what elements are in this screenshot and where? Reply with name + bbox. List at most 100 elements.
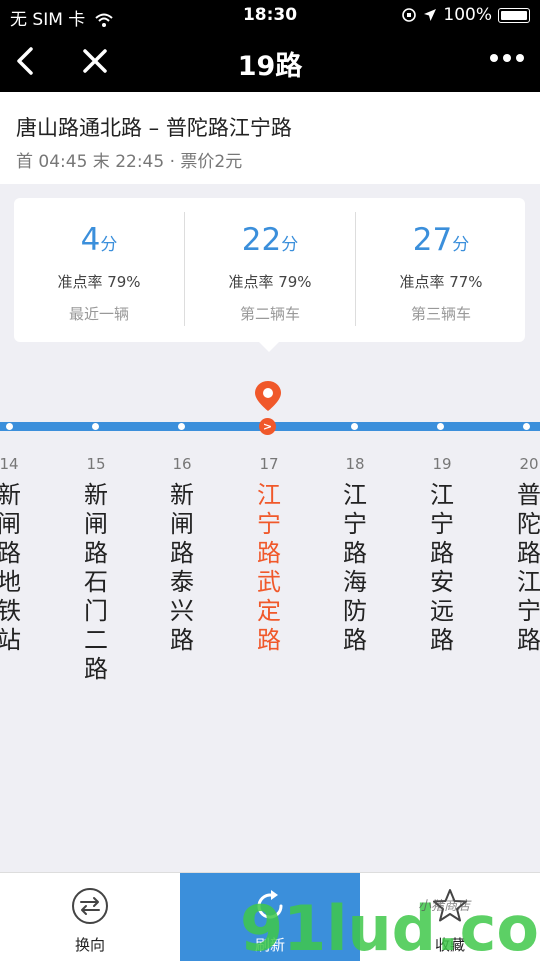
stop-item[interactable]: 19 江宁路安远路 xyxy=(422,455,462,655)
stop-item[interactable]: 17 江宁路武定路 xyxy=(249,455,289,655)
stop-item[interactable]: 15 新闸路石门二路 xyxy=(76,455,116,684)
refresh-icon xyxy=(257,890,283,919)
stop-item[interactable]: 14 新闸路地铁站 xyxy=(0,455,29,655)
stop-name-char: 路 xyxy=(84,539,108,567)
stop-name-char: 宁 xyxy=(430,510,454,538)
arrival-label: 第二辆车 xyxy=(239,305,300,323)
stop-name-char: 江 xyxy=(343,481,367,509)
stop-number: 15 xyxy=(86,455,106,473)
location-arrow-icon xyxy=(424,9,437,21)
stop-name-char: 宁 xyxy=(517,597,540,625)
stop-name-char: 新 xyxy=(170,481,194,509)
stop-name: 江宁路武定路 xyxy=(249,481,289,655)
stop-name-char: 路 xyxy=(0,539,21,567)
arrival-item[interactable]: 22分 准点率 79% 第二辆车 xyxy=(185,198,355,342)
stop-name-char: 新 xyxy=(0,481,21,509)
stop-name-char: 路 xyxy=(430,539,454,567)
stop-name-char: 石 xyxy=(84,568,108,596)
refresh-button[interactable]: 刷新 xyxy=(180,873,360,961)
stop-name-char: 闸 xyxy=(84,510,108,538)
stop-name-char: 安 xyxy=(430,568,454,596)
arrival-rate: 准点率 77% xyxy=(399,273,483,291)
route-name: 唐山路通北路 – 普陀路江宁路 xyxy=(16,116,292,140)
page-title: 19路 xyxy=(237,51,303,82)
stop-name-char: 站 xyxy=(0,626,21,654)
stop-number: 14 xyxy=(0,455,19,473)
arrival-card: 4分 准点率 79% 最近一辆 22分 准点率 79% 第二辆车 27分 准点率… xyxy=(14,198,526,352)
stop-name-char: 路 xyxy=(517,626,540,654)
stop-name-char: 江 xyxy=(430,481,454,509)
stop-name-char: 宁 xyxy=(343,510,367,538)
stop-name-char: 路 xyxy=(84,655,108,683)
nav-bar: 19路 xyxy=(0,30,540,92)
orientation-lock-icon xyxy=(402,8,417,22)
route-info: 唐山路通北路 – 普陀路江宁路 首 04:45 末 22:45 · 票价2元 xyxy=(0,92,540,184)
stop-name-char: 陀 xyxy=(517,510,540,538)
stop-name: 普陀路江宁路 xyxy=(509,481,540,655)
current-stop-marker: > xyxy=(259,418,276,435)
stop-name-char: 普 xyxy=(517,481,540,509)
arrival-item[interactable]: 27分 准点率 77% 第三辆车 xyxy=(356,198,526,342)
stop-name-char: 定 xyxy=(257,597,281,625)
stop-number: 16 xyxy=(172,455,192,473)
stop-number: 20 xyxy=(519,455,539,473)
stop-name-char: 地 xyxy=(0,568,21,596)
arrival-unit: 分 xyxy=(100,235,118,255)
stop-name-char: 铁 xyxy=(0,597,21,625)
arrival-label: 第三辆车 xyxy=(410,305,471,323)
stop-name-char: 路 xyxy=(517,539,540,567)
switch-direction-button[interactable]: 换向 xyxy=(0,873,180,961)
stop-name-char: 路 xyxy=(257,539,281,567)
stop-name-char: 门 xyxy=(84,597,108,625)
stop-dot xyxy=(523,423,530,430)
stop-dot xyxy=(6,423,13,430)
status-bar: 无 SIM 卡 18:30 100% xyxy=(0,0,540,30)
location-pin-icon xyxy=(255,381,281,411)
arrival-minutes: 4 xyxy=(80,222,101,258)
stop-item[interactable]: 16 新闸路泰兴路 xyxy=(162,455,202,655)
arrival-rate: 准点率 79% xyxy=(57,273,141,291)
stop-name-char: 海 xyxy=(343,568,367,596)
stop-name-char: 路 xyxy=(430,626,454,654)
stop-name-char: 远 xyxy=(430,597,454,625)
switch-label: 换向 xyxy=(74,936,105,954)
arrival-rate: 准点率 79% xyxy=(228,273,312,291)
stop-number: 18 xyxy=(345,455,365,473)
stop-name-char: 路 xyxy=(343,626,367,654)
stop-name: 新闸路石门二路 xyxy=(76,481,116,684)
battery-icon xyxy=(498,7,530,23)
arrival-unit: 分 xyxy=(281,235,299,255)
stop-dot xyxy=(351,423,358,430)
arrival-label: 最近一辆 xyxy=(68,305,129,323)
stop-item[interactable]: 18 江宁路海防路 xyxy=(335,455,375,655)
stop-name-char: 路 xyxy=(170,626,194,654)
more-icon[interactable] xyxy=(490,54,524,62)
bottom-bar: 换向 刷新 收藏 xyxy=(0,872,540,961)
stop-number: 19 xyxy=(432,455,452,473)
favorite-button[interactable]: 收藏 xyxy=(360,873,540,961)
swap-icon xyxy=(72,888,108,924)
stop-name-char: 路 xyxy=(170,539,194,567)
stop-name-char: 路 xyxy=(343,539,367,567)
arrival-item[interactable]: 4分 准点率 79% 最近一辆 xyxy=(14,198,184,342)
stop-item[interactable]: 20 普陀路江宁路 xyxy=(509,455,540,655)
stop-name-char: 江 xyxy=(517,568,540,596)
stop-name-char: 新 xyxy=(84,481,108,509)
stop-dot xyxy=(178,423,185,430)
stop-name-char: 二 xyxy=(84,626,108,654)
stop-name-char: 武 xyxy=(257,568,281,596)
stop-name-char: 路 xyxy=(257,626,281,654)
stop-name: 新闸路地铁站 xyxy=(0,481,29,655)
stop-name: 江宁路安远路 xyxy=(422,481,462,655)
route-times: 首 04:45 末 22:45 · 票价2元 xyxy=(16,152,243,172)
stop-name-char: 闸 xyxy=(0,510,21,538)
stop-name-char: 闸 xyxy=(170,510,194,538)
stop-dot xyxy=(437,423,444,430)
stop-name: 新闸路泰兴路 xyxy=(162,481,202,655)
stop-name-char: 泰 xyxy=(170,568,194,596)
stop-name-char: 江 xyxy=(257,481,281,509)
stop-name: 江宁路海防路 xyxy=(335,481,375,655)
star-icon xyxy=(433,889,467,922)
arrival-unit: 分 xyxy=(452,235,470,255)
stop-name-char: 宁 xyxy=(257,510,281,538)
